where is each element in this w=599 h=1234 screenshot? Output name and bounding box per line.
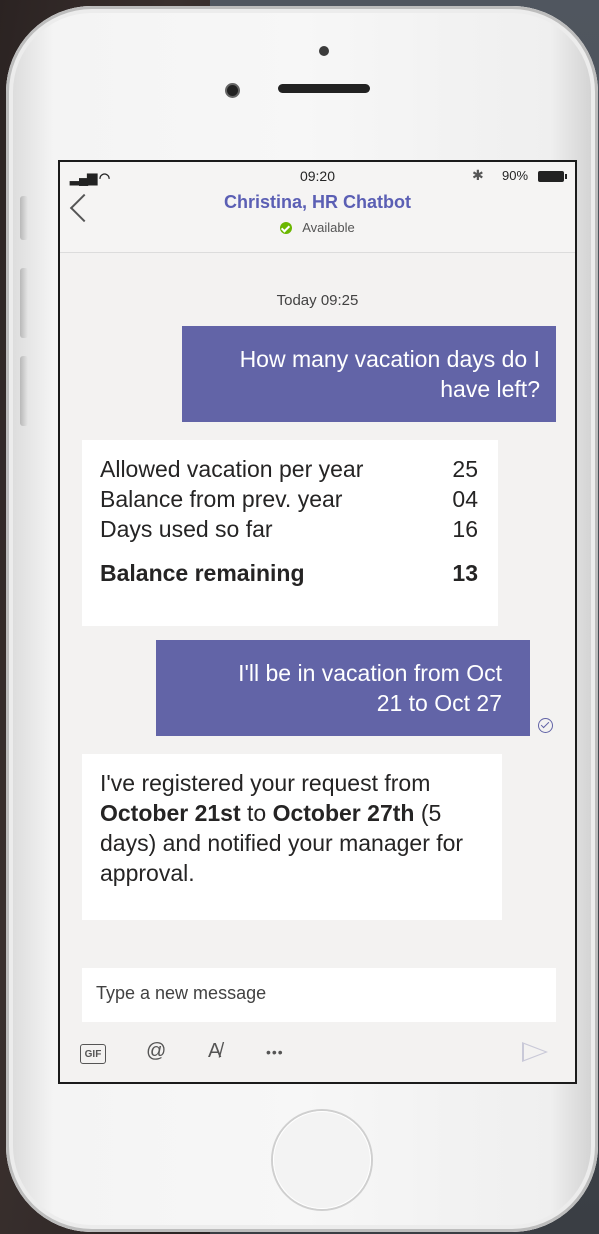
- outgoing-message[interactable]: How many vacation days do I have left?: [182, 326, 556, 422]
- table-label: Balance remaining: [100, 560, 305, 586]
- message-text: How many vacation days do I have left?: [239, 346, 540, 402]
- format-icon[interactable]: A̸: [208, 1040, 221, 1063]
- more-options-icon[interactable]: •••: [266, 1044, 284, 1060]
- table-row-total: Balance remaining 13: [100, 558, 478, 588]
- send-icon[interactable]: [522, 1042, 548, 1062]
- bot-message[interactable]: I've registered your request from Octobe…: [82, 754, 502, 920]
- table-row: Allowed vacation per year 25: [100, 454, 478, 484]
- battery-icon: [538, 171, 567, 182]
- read-receipt-icon: [538, 718, 553, 733]
- date-separator: Today 09:25: [276, 292, 359, 309]
- message-input-placeholder: Type a new message: [96, 983, 267, 1003]
- chat-header: ▂▄▆ ◠ 09:20 ✱ 90% Christina, HR Chatbot …: [60, 162, 575, 253]
- message-text: I'll be in vacation from Oct 21 to Oct 2…: [238, 660, 502, 716]
- message-date-end: October 27th: [272, 800, 415, 826]
- proximity-sensor: [319, 46, 329, 56]
- message-date-start: October 21st: [100, 800, 241, 826]
- message-text: to: [240, 800, 273, 826]
- table-value: 25: [452, 456, 478, 482]
- presence-status: Available: [60, 220, 575, 235]
- table-row: Balance from prev. year 04: [100, 484, 478, 514]
- mention-icon[interactable]: @: [146, 1040, 166, 1063]
- table-label: Days used so far: [100, 516, 273, 542]
- volume-up-button: [20, 268, 28, 338]
- table-value: 13: [452, 560, 478, 586]
- message-text: I've registered your request from: [100, 770, 431, 796]
- earpiece-speaker: [278, 84, 370, 93]
- message-input[interactable]: Type a new message: [82, 968, 556, 1022]
- table-value: 16: [452, 516, 478, 542]
- front-camera: [227, 85, 238, 96]
- mute-switch: [20, 196, 28, 240]
- table-row: Days used so far 16: [100, 514, 478, 544]
- available-icon: [280, 222, 293, 234]
- table-label: Allowed vacation per year: [100, 456, 364, 482]
- table-label: Balance from prev. year: [100, 486, 343, 512]
- compose-toolbar: GIF @ A̸ •••: [60, 1034, 575, 1074]
- table-value: 04: [452, 486, 478, 512]
- gif-icon[interactable]: GIF: [80, 1044, 106, 1064]
- phone-screen: ▂▄▆ ◠ 09:20 ✱ 90% Christina, HR Chatbot …: [58, 160, 577, 1084]
- volume-down-button: [20, 356, 28, 426]
- bluetooth-icon: ✱: [472, 167, 484, 183]
- battery-percent: 90%: [502, 168, 529, 183]
- status-time: 09:20: [299, 168, 336, 184]
- presence-label: Available: [302, 220, 355, 235]
- chat-title[interactable]: Christina, HR Chatbot: [60, 192, 575, 213]
- bot-message-table[interactable]: Allowed vacation per year 25 Balance fro…: [82, 440, 498, 626]
- outgoing-message[interactable]: I'll be in vacation from Oct 21 to Oct 2…: [156, 640, 530, 736]
- home-button[interactable]: [273, 1111, 371, 1209]
